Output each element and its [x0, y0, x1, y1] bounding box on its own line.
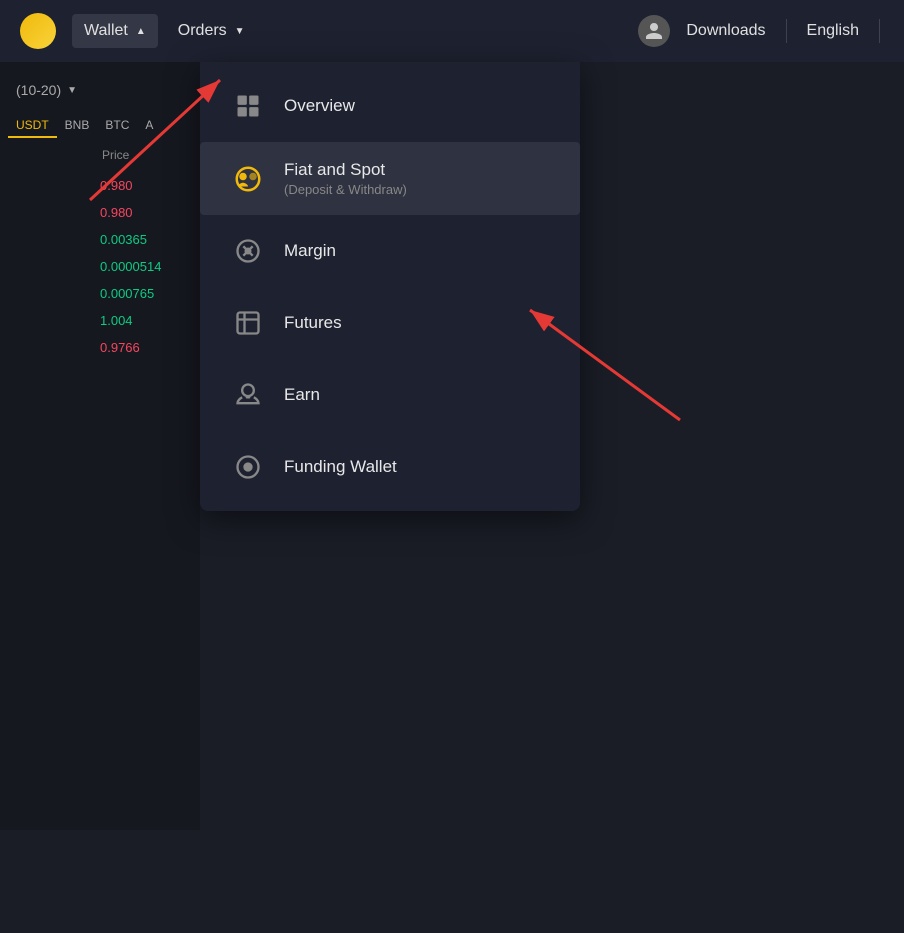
nav-right: Downloads English: [638, 14, 884, 48]
coin-price: 0.980: [100, 205, 188, 220]
dropdown-funding[interactable]: Funding Wallet: [200, 431, 580, 503]
coin-list-header: Price: [0, 142, 200, 168]
dropdown-overview[interactable]: Overview: [200, 70, 580, 142]
funding-icon: [230, 449, 266, 485]
earn-icon: [230, 377, 266, 413]
navbar: Wallet ▲ Orders ▼ Downloads English: [0, 0, 904, 62]
downloads-label: Downloads: [686, 22, 765, 40]
logo-icon: [20, 13, 56, 49]
coin-row[interactable]: 0.9766: [0, 334, 200, 361]
header-price: Price: [102, 148, 188, 162]
margin-label: Margin: [284, 241, 336, 261]
wallet-dropdown: Overview Fiat and Spot (Deposit & Withdr…: [200, 62, 580, 511]
downloads-nav-item[interactable]: Downloads: [674, 14, 777, 48]
coin-price: 0.000765: [100, 286, 188, 301]
coin-price: 0.980: [100, 178, 188, 193]
margin-icon: [230, 233, 266, 269]
margin-text: Margin: [284, 241, 336, 261]
coin-price: 0.0000514: [100, 259, 188, 274]
header-col1: [12, 148, 98, 162]
coin-row[interactable]: 0.000765: [0, 280, 200, 307]
orders-arrow-icon: ▼: [235, 26, 245, 37]
tab-bnb[interactable]: BNB: [57, 114, 98, 138]
fiat-spot-sublabel: (Deposit & Withdraw): [284, 182, 407, 197]
wallet-nav-item[interactable]: Wallet ▲: [72, 14, 158, 48]
earn-text: Earn: [284, 385, 320, 405]
coin-name: [12, 232, 100, 247]
overview-label: Overview: [284, 96, 355, 116]
funding-text: Funding Wallet: [284, 457, 397, 477]
coin-row[interactable]: 0.0000514: [0, 253, 200, 280]
english-nav-item[interactable]: English: [795, 14, 871, 48]
fiat-spot-text: Fiat and Spot (Deposit & Withdraw): [284, 160, 407, 197]
coin-tabs: USDT BNB BTC A: [0, 114, 200, 138]
coin-row[interactable]: 0.980: [0, 172, 200, 199]
coin-row[interactable]: 0.00365: [0, 226, 200, 253]
tab-usdt[interactable]: USDT: [8, 114, 57, 138]
english-label: English: [807, 22, 859, 40]
coin-row[interactable]: 0.980: [0, 199, 200, 226]
coin-price: 1.004: [100, 313, 188, 328]
futures-text: Futures: [284, 313, 342, 333]
dropdown-fiat-spot[interactable]: Fiat and Spot (Deposit & Withdraw): [200, 142, 580, 215]
filter-label: (10-20): [16, 82, 61, 98]
orders-nav-item[interactable]: Orders ▼: [166, 14, 257, 48]
wallet-arrow-icon: ▲: [136, 26, 146, 37]
funding-label: Funding Wallet: [284, 457, 397, 477]
earn-label: Earn: [284, 385, 320, 405]
filter-chevron-icon: ▼: [67, 85, 77, 96]
avatar-icon[interactable]: [638, 15, 670, 47]
nav-divider: [786, 19, 787, 43]
fiat-spot-icon: [230, 161, 266, 197]
futures-icon: [230, 305, 266, 341]
coin-name: [12, 340, 100, 355]
orders-label: Orders: [178, 22, 227, 40]
tab-btc[interactable]: BTC: [97, 114, 137, 138]
wallet-label: Wallet: [84, 22, 128, 40]
overview-text: Overview: [284, 96, 355, 116]
tab-a[interactable]: A: [137, 114, 161, 138]
sidebar-filter[interactable]: (10-20) ▼: [0, 74, 200, 106]
nav-divider-2: [879, 19, 880, 43]
futures-label: Futures: [284, 313, 342, 333]
coin-name: [12, 205, 100, 220]
dropdown-margin[interactable]: Margin: [200, 215, 580, 287]
dropdown-futures[interactable]: Futures: [200, 287, 580, 359]
fiat-spot-label: Fiat and Spot: [284, 160, 407, 180]
coin-name: [12, 259, 100, 274]
overview-icon: [230, 88, 266, 124]
coin-price: 0.00365: [100, 232, 188, 247]
coin-name: [12, 178, 100, 193]
coin-price: 0.9766: [100, 340, 188, 355]
dropdown-earn[interactable]: Earn: [200, 359, 580, 431]
coin-name: [12, 313, 100, 328]
coin-name: [12, 286, 100, 301]
sidebar: (10-20) ▼ USDT BNB BTC A Price 0.980 0.9…: [0, 62, 200, 830]
coin-row[interactable]: 1.004: [0, 307, 200, 334]
